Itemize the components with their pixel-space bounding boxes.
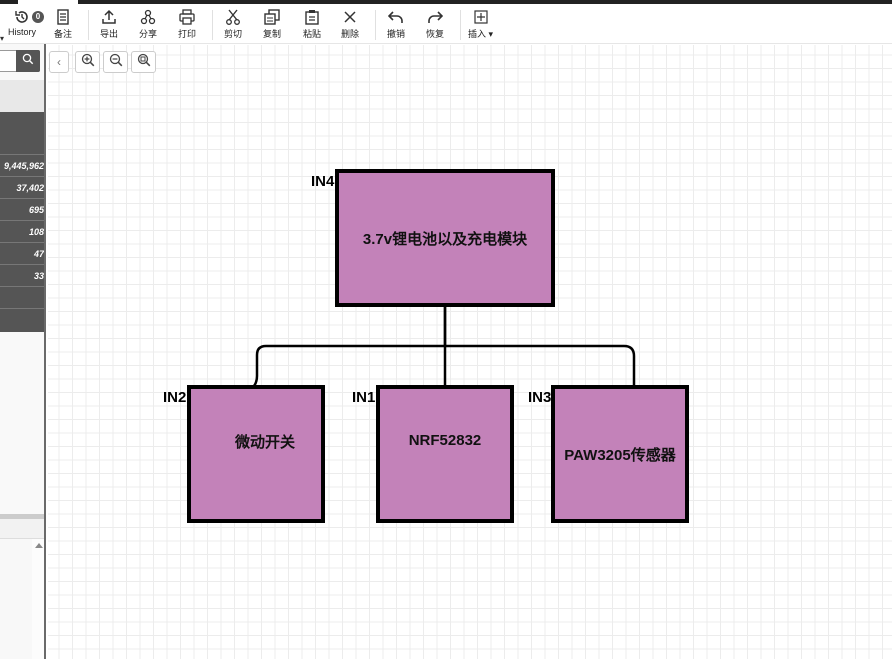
- search-icon: [22, 52, 34, 70]
- stat-row: 33: [0, 264, 44, 286]
- delete-button[interactable]: 删除: [341, 8, 359, 44]
- insert-label: 插入 ▾: [468, 29, 494, 39]
- toolbar-separator: [88, 10, 89, 40]
- clipboard-icon: [303, 8, 321, 26]
- node-switch[interactable]: 微动开关: [187, 385, 325, 523]
- zoom-out-icon: [109, 53, 123, 72]
- share-label: 分享: [139, 29, 158, 39]
- document-icon: [54, 8, 72, 26]
- stat-row: 47: [0, 242, 44, 264]
- upload-icon: [100, 8, 118, 26]
- stats-panel: 9,445,962 37,402 695 108 47 33: [0, 112, 44, 332]
- history-icon: [13, 8, 31, 26]
- toolbar-separator: [212, 10, 213, 40]
- share-button[interactable]: 分享: [139, 8, 157, 44]
- scroll-up-arrow-icon[interactable]: [35, 543, 43, 548]
- plus-square-icon: [472, 8, 490, 26]
- history-button[interactable]: 0 History: [8, 8, 44, 44]
- port-label-mcu: IN1: [352, 389, 376, 406]
- undo-label: 撤销: [387, 29, 406, 39]
- zoom-fit-button[interactable]: [131, 51, 156, 73]
- node-switch-text: 微动开关: [234, 434, 295, 451]
- stat-row: [0, 308, 44, 330]
- insert-button[interactable]: 插入 ▾: [468, 8, 493, 44]
- zoom-in-icon: [81, 53, 95, 72]
- zoom-out-button[interactable]: [103, 51, 128, 73]
- node-battery-text: 3.7v锂电池以及充电模块: [362, 230, 528, 248]
- undo-button[interactable]: 撤销: [387, 8, 405, 44]
- undo-icon: [387, 8, 405, 26]
- node-sensor-text: PAW3205传感器: [564, 446, 676, 464]
- zoom-in-button[interactable]: [75, 51, 100, 73]
- copy-icon: [263, 8, 281, 26]
- toolbar-separator: [460, 10, 461, 40]
- notes-label: 备注: [54, 29, 73, 39]
- share-icon: [139, 8, 157, 26]
- history-badge: 0: [32, 11, 44, 23]
- dropdown-dot[interactable]: ▾: [0, 34, 4, 43]
- collapse-sidebar-button[interactable]: ‹: [49, 51, 69, 73]
- port-label-switch: IN2: [163, 389, 187, 406]
- diagram-canvas[interactable]: [48, 45, 892, 659]
- sidebar-content: [0, 332, 44, 514]
- print-button[interactable]: 打印: [178, 8, 196, 44]
- export-button[interactable]: 导出: [100, 8, 118, 44]
- zoom-fit-icon: [137, 53, 151, 72]
- history-label: History: [8, 27, 37, 37]
- redo-label: 恢复: [426, 29, 445, 39]
- paste-label: 粘贴: [303, 29, 322, 39]
- notes-button[interactable]: 备注: [54, 8, 72, 44]
- close-icon: [341, 8, 359, 26]
- toolbar-separator: [375, 10, 376, 40]
- copy-button[interactable]: 复制: [263, 8, 281, 44]
- stat-row: 108: [0, 220, 44, 242]
- stat-row: 695: [0, 198, 44, 220]
- export-label: 导出: [100, 29, 119, 39]
- scissors-icon: [224, 8, 242, 26]
- toolbar: ▾ 0 History 备注 导出 分享 打印 剪切 复制 粘贴 删除 撤销 恢…: [0, 4, 892, 44]
- node-battery[interactable]: 3.7v锂电池以及充电模块: [335, 169, 555, 307]
- sidebar-lower-header: [0, 519, 44, 539]
- cut-button[interactable]: 剪切: [224, 8, 242, 44]
- cut-label: 剪切: [224, 29, 243, 39]
- paste-button[interactable]: 粘贴: [303, 8, 321, 44]
- print-label: 打印: [178, 29, 197, 39]
- sidebar-scrollbar[interactable]: [32, 539, 44, 659]
- printer-icon: [178, 8, 196, 26]
- stat-row: 9,445,962: [0, 154, 44, 176]
- sidebar: 9,445,962 37,402 695 108 47 33: [0, 44, 46, 659]
- port-label-sensor: IN3: [528, 389, 552, 406]
- node-mcu-text: NRF52832: [408, 432, 482, 449]
- node-mcu[interactable]: NRF52832: [376, 385, 514, 523]
- delete-label: 删除: [341, 29, 360, 39]
- redo-icon: [426, 8, 444, 26]
- search-button[interactable]: [16, 50, 40, 72]
- stat-row: 37,402: [0, 176, 44, 198]
- stat-row: [0, 286, 44, 308]
- node-sensor[interactable]: PAW3205传感器: [551, 385, 689, 523]
- sidebar-header: [0, 80, 44, 112]
- port-label-battery: IN4: [311, 173, 335, 190]
- copy-label: 复制: [263, 29, 282, 39]
- redo-button[interactable]: 恢复: [426, 8, 444, 44]
